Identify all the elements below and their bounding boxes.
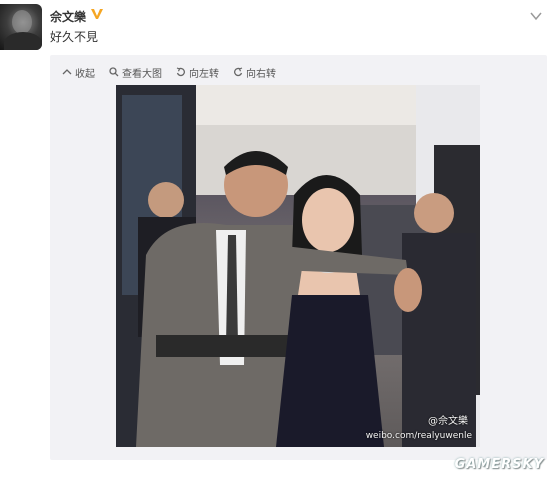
rotate-right-button[interactable]: 向右转	[233, 65, 276, 80]
collapse-label: 收起	[75, 68, 95, 80]
author-name[interactable]: 佘文樂	[50, 8, 86, 25]
rotate-left-icon	[176, 67, 185, 77]
avatar[interactable]	[0, 4, 42, 50]
media-box: 收起 查看大图 向左转 向右转 @佘文樂 weibo.com/realyuwen…	[50, 55, 547, 460]
collapse-button[interactable]: 收起	[62, 65, 95, 80]
post-text: 好久不見	[50, 30, 99, 44]
photo-illustration	[116, 85, 480, 447]
rotate-left-button[interactable]: 向左转	[176, 65, 219, 80]
photo-watermark-url: weibo.com/realyuwenle	[365, 431, 472, 441]
view-large-button[interactable]: 查看大图	[109, 65, 162, 80]
view-large-label: 查看大图	[122, 68, 162, 80]
avatar-head-shape	[12, 10, 32, 34]
photo-watermark-name: @佘文樂	[428, 416, 468, 427]
image-toolbar: 收起 查看大图 向左转 向右转	[62, 63, 276, 81]
rotate-left-label: 向左转	[189, 68, 219, 80]
post-photo[interactable]: @佘文樂 weibo.com/realyuwenle	[116, 85, 480, 447]
verified-v-icon	[90, 6, 104, 20]
collapse-icon	[62, 69, 72, 75]
rotate-right-label: 向右转	[246, 68, 276, 80]
avatar-body-shape	[4, 32, 42, 50]
site-watermark: GAMERSKY	[454, 457, 544, 472]
dropdown-icon[interactable]	[530, 6, 542, 21]
rotate-right-icon	[234, 67, 243, 77]
search-icon	[109, 67, 119, 77]
